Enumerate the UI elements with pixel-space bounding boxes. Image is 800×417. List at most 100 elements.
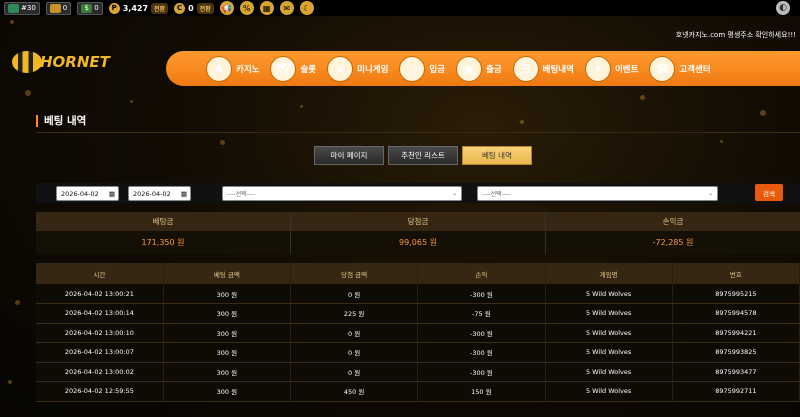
select-field-1[interactable]: ----선택---- ⌄ xyxy=(222,186,462,201)
chevron-down-icon: ⌄ xyxy=(451,190,457,197)
nav-item-slot[interactable]: 🕊 슬롯 xyxy=(270,55,317,82)
main-nav: ♠ 카지노 🕊 슬롯 ♛ 미니게임 ◎ 입금 ▣ 출금 ☰ 베팅내역 ✦ 이벤트… xyxy=(166,51,800,86)
col-bet-amount: 베팅 금액 xyxy=(163,263,292,284)
cell-game-name: 5 Wild Wolves xyxy=(545,362,673,382)
moon-icon[interactable]: ☾ xyxy=(299,1,314,15)
cell-bet-amount: 300 원 xyxy=(163,323,292,343)
nav-item-casino[interactable]: ♠ 카지노 xyxy=(206,55,260,82)
nav-item-support[interactable]: ☎ 고객센터 xyxy=(649,55,711,82)
summary-bet-amount: 베팅금 171,350 원 xyxy=(36,212,291,254)
logo-text: HORNET xyxy=(40,53,110,71)
cell-number: 8975994578 xyxy=(672,303,800,324)
date-to-field[interactable]: 2026-04-02 ▦ xyxy=(128,186,191,201)
cell-profit: -300 원 xyxy=(417,342,546,363)
cell-win-amount: 225 원 xyxy=(290,303,419,324)
cell-number: 8975993825 xyxy=(672,342,800,363)
betting-history-table: 시간 베팅 금액 당첨 금액 손익 게임명 번호 2026-04-02 13:0… xyxy=(36,263,800,402)
points-convert-button[interactable]: 전환 xyxy=(151,2,169,14)
cell-bet-amount: 300 원 xyxy=(163,284,292,304)
date-to-value: 2026-04-02 xyxy=(133,189,171,198)
nav-item-betting-history[interactable]: ☰ 베팅내역 xyxy=(512,55,574,82)
nav-label-withdraw: 출금 xyxy=(486,64,502,75)
percent-icon[interactable]: % xyxy=(239,1,254,15)
hornet-bee-icon xyxy=(12,51,42,73)
date-from-field[interactable]: 2026-04-02 ▦ xyxy=(56,186,119,201)
tab-my-page[interactable]: 마이 페이지 xyxy=(314,146,384,165)
coin-icon: C xyxy=(174,2,186,14)
cell-profit: -300 원 xyxy=(417,362,546,382)
cell-time: 2026-04-02 12:59:55 xyxy=(36,381,164,402)
table-row: 2026-04-02 13:00:10 300 원 0 원 -300 원 5 W… xyxy=(36,323,800,343)
chat-icon[interactable]: ✉ xyxy=(279,1,294,15)
col-profit: 손익 xyxy=(417,263,546,284)
dollar-icon: $ xyxy=(81,3,93,13)
chevron-down-icon: ⌄ xyxy=(707,190,713,197)
cell-number: 8975994221 xyxy=(672,323,800,343)
cell-number: 8975992711 xyxy=(672,381,800,402)
tab-betting-history[interactable]: 베팅 내역 xyxy=(462,146,532,165)
summary-profit-amount: 손익금 -72,285 원 xyxy=(546,212,800,254)
event-icon: ✦ xyxy=(584,55,611,82)
nav-label-casino: 카지노 xyxy=(236,64,260,75)
table-row: 2026-04-02 13:00:07 300 원 0 원 -300 원 5 W… xyxy=(36,342,800,363)
points-balance: P 3,427 전환 xyxy=(108,2,169,14)
cell-game-name: 5 Wild Wolves xyxy=(545,303,673,324)
col-time: 시간 xyxy=(36,263,164,284)
date-from-value: 2026-04-02 xyxy=(61,189,99,198)
betting-summary: 베팅금 171,350 원 당첨금 99,065 원 손익금 -72,285 원 xyxy=(36,212,800,254)
calendar-icon: ▦ xyxy=(180,189,187,198)
wallet-chip-2-value: 0 xyxy=(62,4,68,12)
megaphone-icon[interactable]: 📢 xyxy=(219,1,234,15)
search-button[interactable]: 검색 xyxy=(755,184,783,201)
col-game-name: 게임명 xyxy=(545,263,673,284)
wallet-chip-1-value: #30 xyxy=(21,4,36,12)
cell-win-amount: 0 원 xyxy=(290,323,419,343)
top-bar: #30 0 $ 0 P 3,427 전환 C 0 전환 📢 % ▦ ✉ ☾ xyxy=(0,0,800,16)
cell-profit: -300 원 xyxy=(417,284,546,304)
minigame-icon: ♛ xyxy=(327,55,354,82)
cell-game-name: 5 Wild Wolves xyxy=(545,284,673,304)
site-logo[interactable]: HORNET xyxy=(12,51,110,73)
cell-time: 2026-04-02 13:00:21 xyxy=(36,284,164,304)
coin-stack-icon xyxy=(49,3,61,13)
coins-convert-button[interactable]: 전환 xyxy=(196,2,214,14)
summary-win-label: 당첨금 xyxy=(291,212,545,231)
cell-win-amount: 450 원 xyxy=(290,381,419,402)
deposit-icon: ◎ xyxy=(399,55,426,82)
cell-profit: -75 원 xyxy=(417,303,546,324)
nav-item-minigame[interactable]: ♛ 미니게임 xyxy=(327,55,389,82)
nav-item-event[interactable]: ✦ 이벤트 xyxy=(584,55,639,82)
nav-label-minigame: 미니게임 xyxy=(357,64,389,75)
nav-label-event: 이벤트 xyxy=(614,64,639,75)
address-notice: 호넷카지노.com 평생주소 확인하세요!!! xyxy=(675,31,796,39)
wallet-chip-2[interactable]: 0 xyxy=(45,1,72,15)
summary-profit-value: -72,285 원 xyxy=(652,238,694,247)
title-divider xyxy=(36,132,800,133)
cell-number: 8975995215 xyxy=(672,284,800,304)
table-header-row: 시간 베팅 금액 당첨 금액 손익 게임명 번호 xyxy=(36,263,800,284)
language-globe-icon[interactable]: ◐ xyxy=(776,1,790,15)
table-row: 2026-04-02 13:00:14 300 원 225 원 -75 원 5 … xyxy=(36,303,800,324)
select-field-2-value: ----선택---- xyxy=(482,191,511,198)
tab-referral-list[interactable]: 추천인 리스트 xyxy=(388,146,458,165)
cell-bet-amount: 300 원 xyxy=(163,381,292,402)
nav-item-deposit[interactable]: ◎ 입금 xyxy=(399,55,445,82)
slot-icon: 🕊 xyxy=(270,55,297,82)
cell-profit: 150 원 xyxy=(417,381,546,402)
cell-win-amount: 0 원 xyxy=(290,342,419,363)
gift-icon[interactable]: ▦ xyxy=(259,1,274,15)
cell-time: 2026-04-02 13:00:07 xyxy=(36,342,164,363)
cell-bet-amount: 300 원 xyxy=(163,303,292,324)
withdraw-icon: ▣ xyxy=(456,55,483,82)
nav-item-withdraw[interactable]: ▣ 출금 xyxy=(456,55,502,82)
wallet-chip-3[interactable]: $ 0 xyxy=(77,1,103,15)
wallet-chip-1[interactable]: #30 xyxy=(4,1,40,15)
cell-win-amount: 0 원 xyxy=(290,284,419,304)
select-field-1-value: ----선택---- xyxy=(227,191,256,198)
summary-win-value: 99,065 원 xyxy=(399,238,437,247)
cell-profit: -300 원 xyxy=(417,323,546,343)
cell-bet-amount: 300 원 xyxy=(163,362,292,382)
table-row: 2026-04-02 12:59:55 300 원 450 원 150 원 5 … xyxy=(36,381,800,402)
nav-label-slot: 슬롯 xyxy=(300,64,317,75)
select-field-2[interactable]: ----선택---- ⌄ xyxy=(477,186,718,201)
